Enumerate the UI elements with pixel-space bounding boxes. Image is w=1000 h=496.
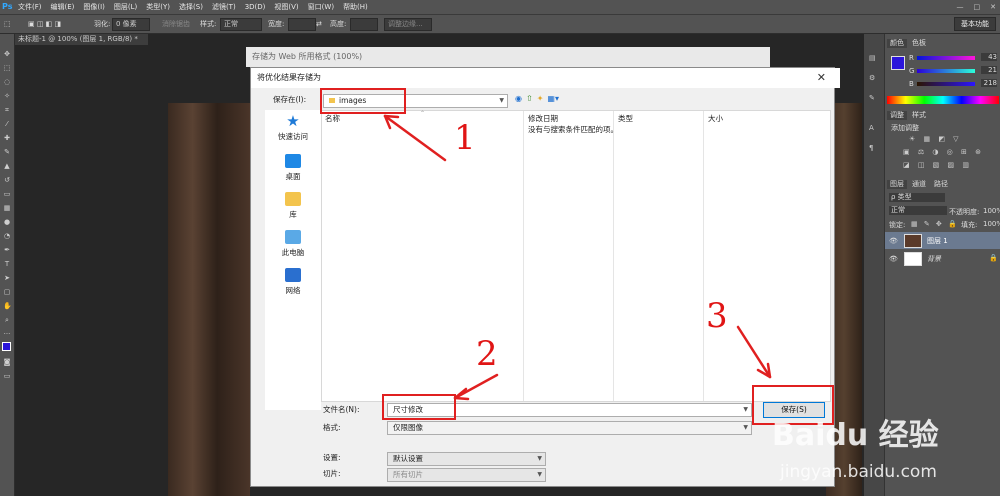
annotation-number-3: 3 bbox=[706, 296, 728, 336]
arrow-3 bbox=[736, 325, 772, 379]
arrow-1 bbox=[383, 114, 447, 162]
annotation-number-1: 1 bbox=[454, 118, 476, 158]
watermark-url: jingyan.baidu.com bbox=[780, 462, 937, 482]
arrow-2-head bbox=[453, 387, 470, 401]
baidu-jingyan-watermark: Baidu 经验 bbox=[772, 418, 939, 453]
annotation-number-2: 2 bbox=[476, 334, 498, 374]
arrow-2 bbox=[453, 373, 499, 400]
